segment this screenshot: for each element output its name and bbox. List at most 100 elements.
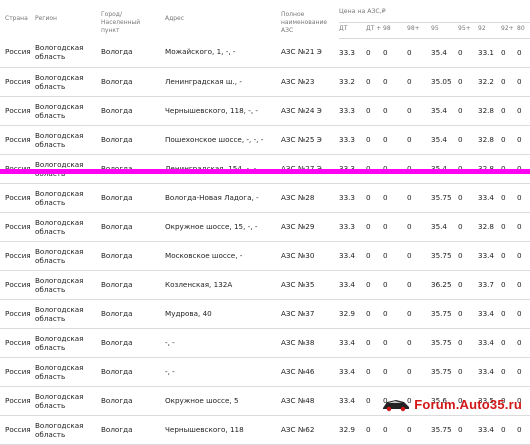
cell-price: 0	[458, 308, 463, 318]
cell-price: 32.2	[478, 76, 495, 86]
cell-price: 0	[383, 424, 388, 434]
table-row: Россия Вологодская область Вологда Чернышев…	[0, 415, 530, 444]
cell-region: Вологодская область	[35, 391, 84, 410]
cell-station-name: АЗС №24 Э	[281, 105, 322, 115]
cell-price: 0	[517, 337, 522, 347]
cell-price: 0	[501, 105, 506, 115]
cell-price: 0	[407, 221, 412, 231]
header-fuel-8: 80	[517, 22, 530, 39]
cell-price: 33.3	[339, 134, 356, 144]
header-station-name: Полное наименование АЗС	[281, 11, 328, 34]
cell-price: 35.4	[431, 47, 448, 57]
header-fuel-1: ДТ +	[366, 22, 383, 39]
cell-price: 0	[501, 134, 506, 144]
cell-price: 32.8	[478, 105, 495, 115]
cell-price: 0	[366, 250, 371, 260]
cell-city: Вологда	[101, 308, 133, 318]
cell-price: 33.1	[478, 47, 495, 57]
cell-price: 0	[383, 47, 388, 57]
cell-price: 33.4	[478, 308, 495, 318]
cell-price: 0	[458, 250, 463, 260]
table-row: Россия Вологодская область Вологда -, - АЗС …	[0, 328, 530, 357]
header-city: Город/Населенный пункт	[101, 11, 141, 34]
cell-city: Вологда	[101, 337, 133, 347]
cell-address: Чернышевского, 118, -, -	[165, 105, 258, 115]
cell-price: 0	[366, 366, 371, 376]
cell-price: 33.3	[339, 47, 356, 57]
cell-address: Окружное шоссе, 15, -, -	[165, 221, 258, 231]
cell-price: 35.75	[431, 337, 452, 347]
cell-price: 0	[501, 221, 506, 231]
cell-country: Россия	[5, 395, 31, 405]
cell-price: 0	[458, 47, 463, 57]
cell-price: 0	[501, 47, 506, 57]
cell-country: Россия	[5, 105, 31, 115]
cell-price: 33.4	[478, 424, 495, 434]
cell-price: 0	[383, 308, 388, 318]
cell-region: Вологодская область	[35, 188, 84, 207]
cell-price: 35.75	[431, 250, 452, 260]
header-fuel-6: 92	[478, 22, 501, 39]
cell-price: 0	[501, 76, 506, 86]
cell-station-name: АЗС №21 Э	[281, 47, 322, 56]
cell-region: Вологодская область	[35, 420, 84, 439]
cell-price: 33.3	[339, 105, 356, 115]
cell-price: 0	[366, 221, 371, 231]
cell-city: Вологда	[101, 105, 133, 115]
cell-station-name: АЗС №37	[281, 308, 315, 318]
cell-price: 35.4	[431, 134, 448, 144]
cell-price: 36.25	[431, 279, 452, 289]
cell-price: 0	[458, 76, 463, 86]
cell-city: Вологда	[101, 424, 133, 434]
cell-price: 33.3	[339, 192, 356, 202]
table-row: Россия Вологодская область Вологда Мудрова,…	[0, 299, 530, 328]
cell-price: 0	[517, 47, 522, 57]
cell-price: 0	[458, 192, 463, 202]
cell-price: 33.2	[339, 76, 356, 86]
cell-price: 0	[407, 134, 412, 144]
cell-address: -, -	[165, 366, 175, 376]
fuel-price-table: Страна Регион Город/Населенный пункт Адр…	[0, 6, 530, 445]
cell-price: 0	[458, 221, 463, 231]
header-fuel-4: 95	[431, 22, 458, 39]
header-address: Адрес	[165, 15, 185, 22]
cell-price: 33.4	[339, 337, 356, 347]
cell-price: 33.4	[339, 395, 356, 405]
cell-city: Вологда	[101, 47, 133, 56]
cell-price: 0	[501, 308, 506, 318]
cell-station-name: АЗС №25 Э	[281, 134, 322, 144]
cell-region: Вологодская область	[35, 72, 84, 91]
cell-price: 0	[366, 308, 371, 318]
car-logo-icon	[383, 400, 410, 412]
cell-station-name: АЗС №35	[281, 279, 315, 289]
cell-price: 35.75	[431, 424, 452, 434]
cell-price: 0	[517, 279, 522, 289]
cell-price: 0	[366, 279, 371, 289]
cell-city: Вологда	[101, 366, 133, 376]
watermark: Forum.Auto35.ru	[382, 396, 522, 412]
header-country: Страна	[5, 15, 28, 22]
cell-price: 33.4	[478, 192, 495, 202]
cell-price: 35.05	[431, 76, 452, 86]
cell-price: 0	[366, 395, 371, 405]
cell-price: 0	[517, 76, 522, 86]
cell-price: 33.7	[478, 279, 495, 289]
cell-station-name: АЗС №28	[281, 192, 315, 202]
cell-price: 35.75	[431, 308, 452, 318]
table-row: Россия Вологодская область Вологда Можайско…	[0, 38, 530, 67]
cell-address: Козленская, 132А	[165, 279, 233, 289]
cell-price: 35.75	[431, 366, 452, 376]
cell-price: 0	[501, 424, 506, 434]
cell-price: 35.4	[431, 105, 448, 115]
header-fuel-0: ДТ	[339, 22, 366, 39]
cell-price: 0	[517, 192, 522, 202]
cell-price: 0	[407, 105, 412, 115]
fuel-price-table-view: Страна Регион Город/Населенный пункт Адр…	[0, 0, 530, 444]
cell-price: 0	[383, 250, 388, 260]
cell-region: Вологодская область	[35, 246, 84, 265]
cell-station-name: АЗС №30	[281, 250, 315, 260]
cell-price: 33.3	[339, 221, 356, 231]
cell-price: 0	[517, 105, 522, 115]
cell-country: Россия	[5, 279, 31, 289]
cell-price: 0	[517, 221, 522, 231]
